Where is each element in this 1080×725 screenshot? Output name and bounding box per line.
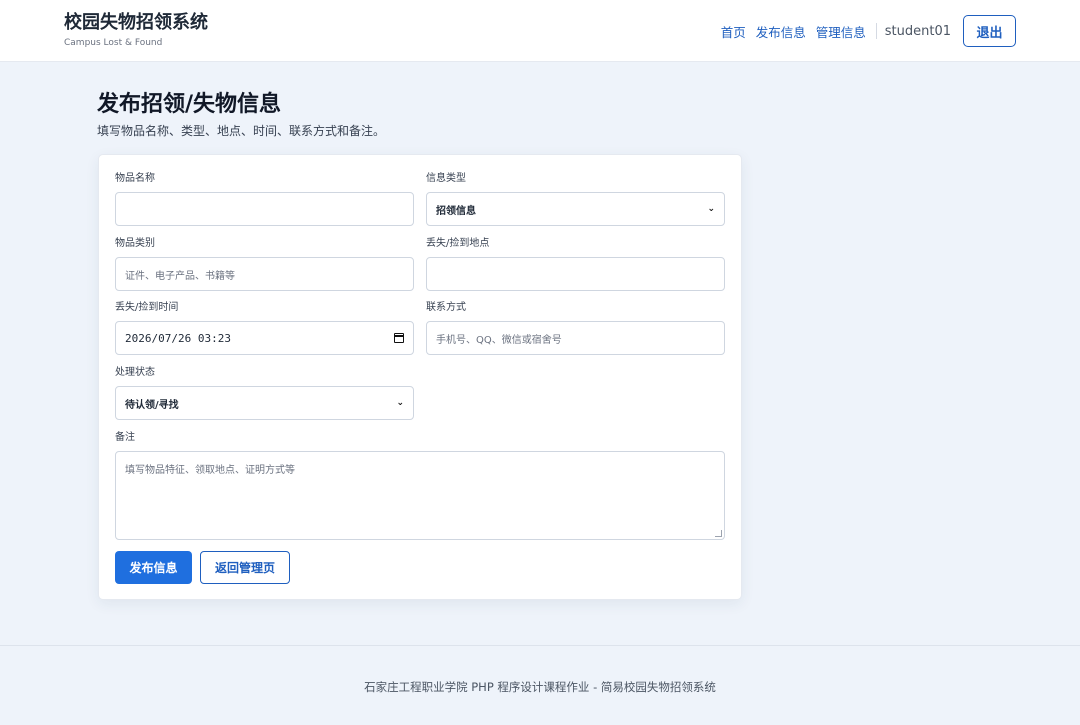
nav-divider <box>875 23 877 39</box>
info-type-group: 信息类型 招领信息 ⌄ <box>426 173 725 226</box>
status-group: 处理状态 待认领/寻找 ⌄ <box>115 367 414 420</box>
item-name-group: 物品名称 <box>115 173 414 226</box>
contact-input[interactable]: 手机号、QQ、微信或宿舍号 <box>426 321 725 355</box>
contact-label: 联系方式 <box>426 302 466 313</box>
remark-textarea[interactable]: 填写物品特征、领取地点、证明方式等 <box>115 451 725 540</box>
category-label: 物品类别 <box>115 238 155 249</box>
item-name-label: 物品名称 <box>115 173 155 184</box>
status-select[interactable]: 待认领/寻找 ⌄ <box>115 386 414 420</box>
site-header: 校园失物招领系统 Campus Lost & Found 首页 发布信息 管理信… <box>0 0 1080 62</box>
resize-handle-icon[interactable] <box>715 530 722 537</box>
chevron-down-icon: ⌄ <box>396 398 404 408</box>
current-username: student01 <box>884 23 951 39</box>
brand[interactable]: 校园失物招领系统 Campus Lost & Found <box>64 12 208 48</box>
logout-button[interactable]: 退出 <box>963 15 1016 47</box>
footer-text: 石家庄工程职业学院 PHP 程序设计课程作业 - 简易校园失物招领系统 <box>364 680 716 694</box>
site-subtitle: Campus Lost & Found <box>64 38 163 48</box>
info-type-value: 招领信息 <box>436 205 476 217</box>
nav-home[interactable]: 首页 <box>721 22 746 41</box>
remark-group: 备注 填写物品特征、领取地点、证明方式等 <box>115 432 725 540</box>
site-footer: 石家庄工程职业学院 PHP 程序设计课程作业 - 简易校园失物招领系统 <box>0 645 1080 725</box>
nav-manage[interactable]: 管理信息 <box>816 22 866 41</box>
back-to-manage-button[interactable]: 返回管理页 <box>200 551 290 584</box>
publish-form: 物品名称 信息类型 招领信息 ⌄ 物品类别 证件、电子产品、书籍等 丢失/捡到地… <box>98 154 742 600</box>
item-name-input[interactable] <box>115 192 414 226</box>
remark-placeholder: 填写物品特征、领取地点、证明方式等 <box>125 465 295 476</box>
time-label: 丢失/捡到时间 <box>115 302 179 313</box>
time-input[interactable]: 2026/07/26 03:23 <box>115 321 414 355</box>
category-input[interactable]: 证件、电子产品、书籍等 <box>115 257 414 291</box>
info-type-select[interactable]: 招领信息 ⌄ <box>426 192 725 226</box>
site-title: 校园失物招领系统 <box>64 12 208 33</box>
contact-placeholder: 手机号、QQ、微信或宿舍号 <box>436 334 562 346</box>
remark-label: 备注 <box>115 432 135 443</box>
location-label: 丢失/捡到地点 <box>426 238 490 249</box>
submit-button[interactable]: 发布信息 <box>115 551 192 584</box>
top-nav: 首页 发布信息 管理信息 student01 退出 <box>721 15 1016 47</box>
category-placeholder: 证件、电子产品、书籍等 <box>125 270 235 282</box>
info-type-label: 信息类型 <box>426 173 466 184</box>
category-group: 物品类别 证件、电子产品、书籍等 <box>115 238 414 291</box>
time-value: 2026/07/26 03:23 <box>125 331 231 345</box>
chevron-down-icon: ⌄ <box>707 204 715 214</box>
page-description: 填写物品名称、类型、地点、时间、联系方式和备注。 <box>97 124 386 138</box>
location-group: 丢失/捡到地点 <box>426 238 725 291</box>
status-label: 处理状态 <box>115 367 155 378</box>
time-group: 丢失/捡到时间 2026/07/26 03:23 <box>115 302 414 355</box>
contact-group: 联系方式 手机号、QQ、微信或宿舍号 <box>426 302 725 355</box>
calendar-icon[interactable] <box>394 333 404 343</box>
status-value: 待认领/寻找 <box>125 399 179 411</box>
location-input[interactable] <box>426 257 725 291</box>
page-title: 发布招领/失物信息 <box>97 92 282 117</box>
nav-publish[interactable]: 发布信息 <box>756 22 806 41</box>
